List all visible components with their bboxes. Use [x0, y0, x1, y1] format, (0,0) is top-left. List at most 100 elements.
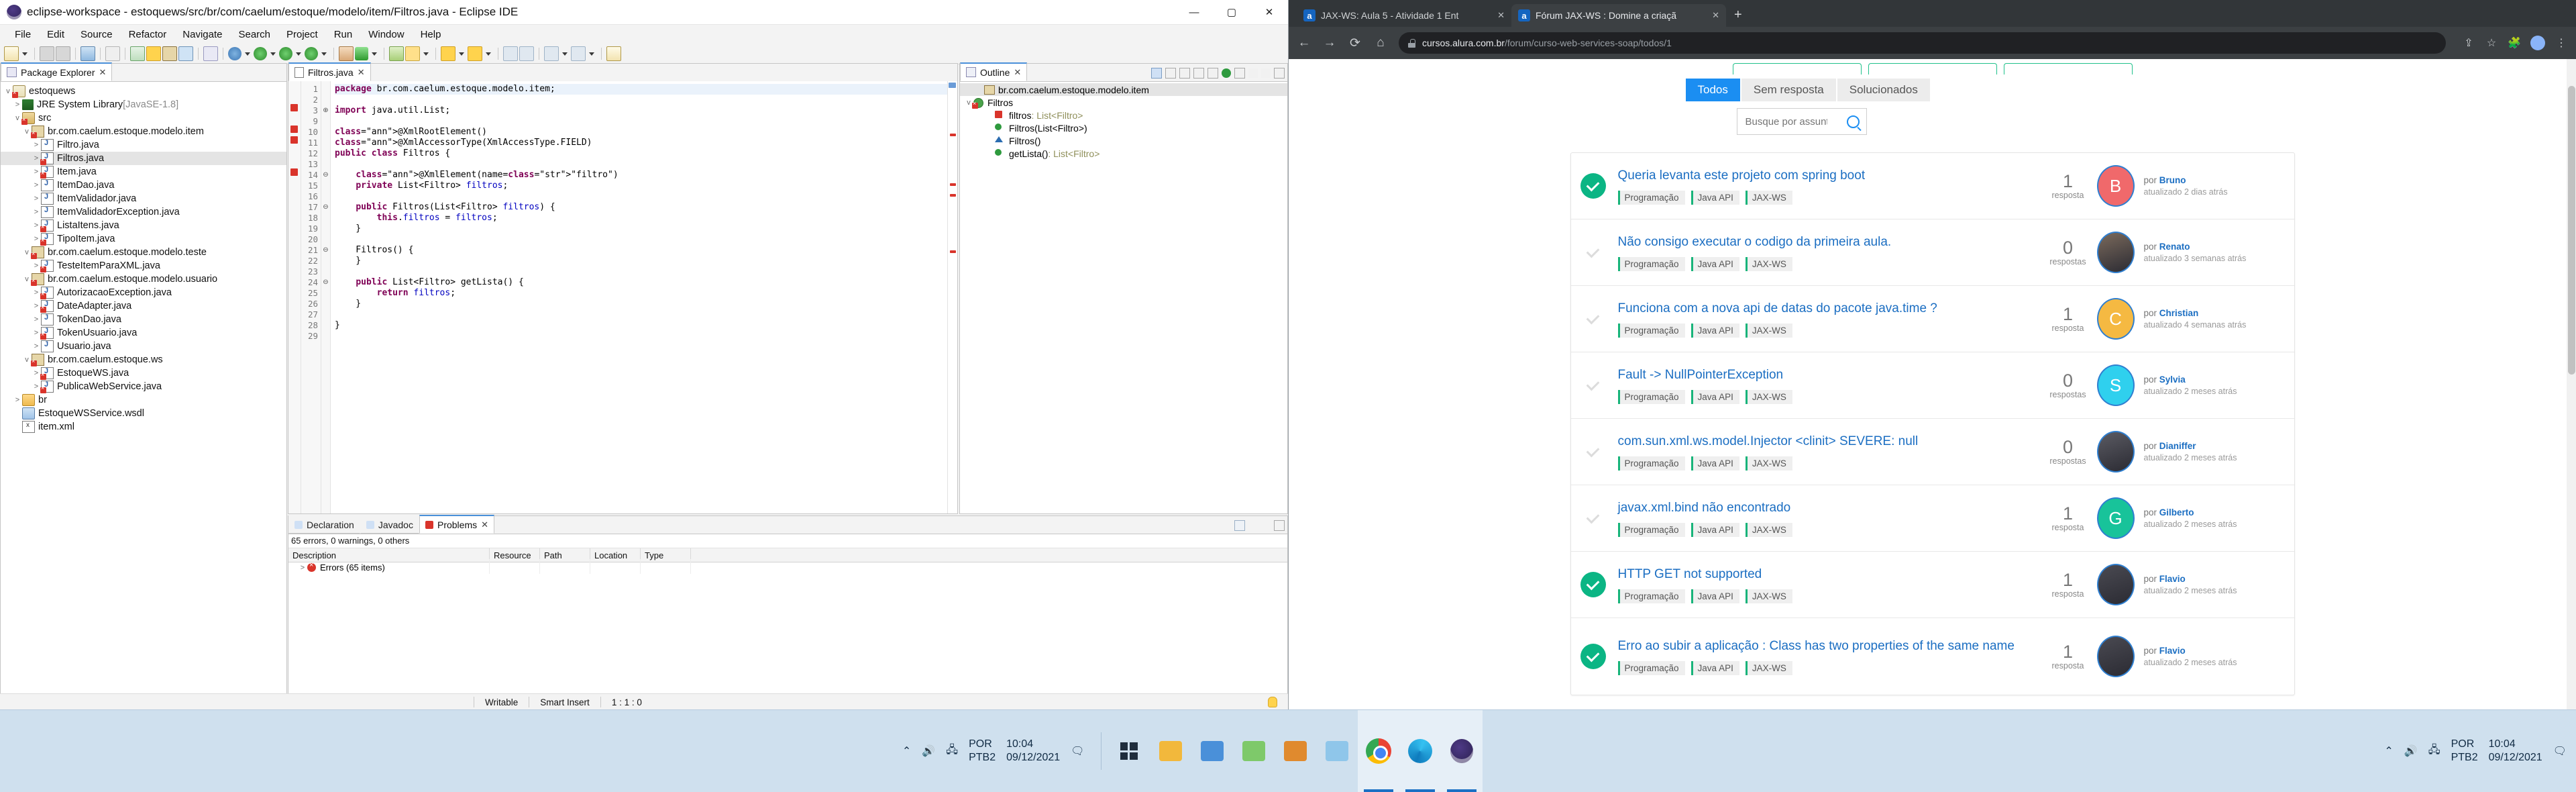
tree-item[interactable]: > Usuario.java — [1, 340, 286, 353]
chevron-right-icon[interactable]: > — [32, 195, 41, 203]
author-name-link[interactable]: Christian — [2159, 308, 2199, 318]
star-icon[interactable]: ☆ — [2485, 36, 2498, 50]
topic-title-link[interactable]: javax.xml.bind não encontrado — [1618, 499, 2042, 517]
editor-folding-bar[interactable]: ⊕ ⊖ ⊖ ⊖ ⊖ — [321, 81, 331, 513]
tree-item[interactable]: > ItemValidador.java — [1, 192, 286, 205]
topic-tag[interactable]: JAX-WS — [1745, 324, 1792, 338]
tree-item[interactable]: > DateAdapter.java — [1, 299, 286, 313]
topic-title-link[interactable]: Não consigo executar o codigo da primeir… — [1618, 234, 2042, 251]
taskbar-notepad-app[interactable] — [1233, 710, 1275, 792]
tree-item[interactable]: v src — [1, 111, 286, 125]
error-marker-icon[interactable] — [288, 103, 301, 113]
chevron-right-icon[interactable]: > — [32, 208, 41, 216]
refresh-dropdown-icon[interactable] — [372, 52, 377, 56]
code-line[interactable]: private List<Filtro> filtros; — [335, 181, 947, 191]
code-line[interactable]: return filtros; — [335, 288, 947, 299]
code-line[interactable] — [335, 331, 947, 342]
error-marker-icon[interactable] — [288, 124, 301, 135]
code-line[interactable] — [335, 266, 947, 277]
code-line[interactable]: class="ann">@XmlRootElement() — [335, 127, 947, 138]
taskbar-eclipse-ide[interactable] — [1440, 710, 1483, 792]
pin-editor-icon[interactable] — [606, 46, 621, 61]
new-package-icon[interactable] — [162, 46, 177, 61]
new-interface-icon[interactable] — [178, 46, 193, 61]
sort-icon[interactable] — [1151, 68, 1162, 79]
next-annotation-dropdown-icon[interactable] — [459, 52, 464, 56]
author-name-link[interactable]: Gilberto — [2159, 507, 2194, 517]
forward-dropdown-icon[interactable] — [589, 52, 594, 56]
topic-tag[interactable]: Java API — [1690, 390, 1739, 404]
menu-run[interactable]: Run — [326, 27, 361, 42]
tree-item[interactable]: > TipoItem.java — [1, 232, 286, 246]
close-icon[interactable]: ✕ — [1497, 10, 1505, 21]
last-edit-location-icon[interactable] — [503, 46, 518, 61]
minimize-view-icon[interactable] — [1261, 521, 1271, 530]
chevron-right-icon[interactable]: > — [32, 221, 41, 230]
chevron-right-icon[interactable]: > — [298, 564, 307, 572]
tree-item[interactable]: > ItemDao.java — [1, 179, 286, 192]
previous-annotation-icon[interactable] — [468, 46, 482, 61]
package-explorer-tree[interactable]: v estoquews > JRE System Library [JavaSE-1.… — [1, 82, 286, 434]
editor-marker-bar[interactable] — [288, 81, 301, 513]
debug-dropdown-icon[interactable] — [245, 52, 250, 56]
previous-annotation-dropdown-icon[interactable] — [486, 52, 491, 56]
tree-item[interactable]: v estoquews — [1, 85, 286, 98]
clock[interactable]: 10:04 09/12/2021 — [1006, 738, 1060, 764]
chevron-right-icon[interactable]: > — [32, 383, 41, 391]
code-line[interactable]: class="ann">@XmlElement(name=class="str"… — [335, 170, 947, 181]
tab-filtros-java[interactable]: Filtros.java ✕ — [288, 62, 371, 81]
topic-title-link[interactable]: Fault -> NullPointerException — [1618, 366, 2042, 384]
tray-chevron-icon-right[interactable]: ⌃ — [2384, 744, 2393, 758]
collapse-all-icon[interactable] — [1165, 68, 1176, 79]
topic-tag[interactable]: Programação — [1617, 661, 1685, 675]
profile-icon[interactable] — [305, 47, 318, 60]
avatar[interactable]: G — [2096, 497, 2135, 539]
filter-button-todos[interactable]: Todos — [1685, 79, 1740, 101]
outline-item[interactable]: getLista() : List<Filtro> — [960, 147, 1287, 160]
author-name-link[interactable]: Sylvia — [2159, 375, 2186, 385]
tree-item[interactable]: v br.com.caelum.estoque.ws — [1, 353, 286, 366]
topic-tag[interactable]: Programação — [1617, 589, 1685, 603]
language-indicator[interactable]: POR PTB2 — [969, 738, 996, 764]
code-line[interactable] — [335, 116, 947, 127]
forward-edit-icon[interactable] — [519, 46, 534, 61]
chevron-down-icon[interactable]: v — [22, 248, 32, 256]
chevron-right-icon[interactable]: > — [32, 181, 41, 189]
fold-toggle-icon[interactable]: ⊖ — [321, 170, 330, 181]
topic-tag[interactable]: Programação — [1617, 324, 1685, 338]
topic-tag[interactable]: Java API — [1690, 456, 1739, 471]
forum-topic-row[interactable]: Erro ao subir a aplicação : Class has tw… — [1571, 618, 2294, 695]
refresh-icon[interactable] — [355, 47, 368, 60]
topic-title-link[interactable]: Funciona com a nova api de datas do paco… — [1618, 300, 2042, 317]
browser-tab[interactable]: a JAX-WS: Aula 5 - Atividade 1 Ent ✕ — [1297, 4, 1511, 27]
avatar[interactable]: S — [2096, 364, 2135, 406]
tab-package-explorer[interactable]: Package Explorer ✕ — [1, 62, 113, 81]
tree-item[interactable]: > Filtro.java — [1, 138, 286, 152]
home-icon[interactable]: ⌂ — [1373, 36, 1388, 50]
tree-item[interactable]: > AutorizacaoException.java — [1, 286, 286, 299]
volume-icon[interactable]: 🔊 — [922, 744, 935, 758]
chevron-right-icon[interactable]: > — [32, 342, 41, 350]
profile-avatar[interactable] — [2530, 36, 2545, 50]
tree-item[interactable]: > TokenDao.java — [1, 313, 286, 326]
author-name-link[interactable]: Bruno — [2159, 175, 2186, 185]
code-line[interactable] — [335, 95, 947, 105]
tree-item[interactable]: > ListaItens.java — [1, 219, 286, 232]
topic-tag[interactable]: JAX-WS — [1745, 661, 1792, 675]
tab-outline[interactable]: Outline ✕ — [960, 62, 1028, 81]
view-menu-icon[interactable] — [1248, 521, 1258, 530]
coverage-icon[interactable] — [279, 47, 292, 60]
tree-item[interactable]: v br.com.caelum.estoque.modelo.usuario — [1, 273, 286, 286]
back-icon[interactable]: ← — [1297, 36, 1311, 50]
avatar[interactable]: C — [2096, 298, 2135, 340]
chevron-right-icon[interactable]: > — [32, 315, 41, 324]
toggle-mark-occurrences-icon[interactable] — [105, 46, 120, 61]
new-wizard-dropdown-icon[interactable] — [22, 52, 28, 56]
menu-source[interactable]: Source — [72, 27, 121, 42]
close-button[interactable]: ✕ — [1250, 0, 1288, 24]
topic-tag[interactable]: Java API — [1690, 661, 1739, 675]
chevron-down-icon[interactable]: v — [3, 87, 13, 95]
quick-fix-bulb-icon[interactable] — [1268, 697, 1277, 707]
category-pill[interactable] — [1732, 63, 1862, 75]
topic-tag[interactable]: Java API — [1690, 324, 1739, 338]
